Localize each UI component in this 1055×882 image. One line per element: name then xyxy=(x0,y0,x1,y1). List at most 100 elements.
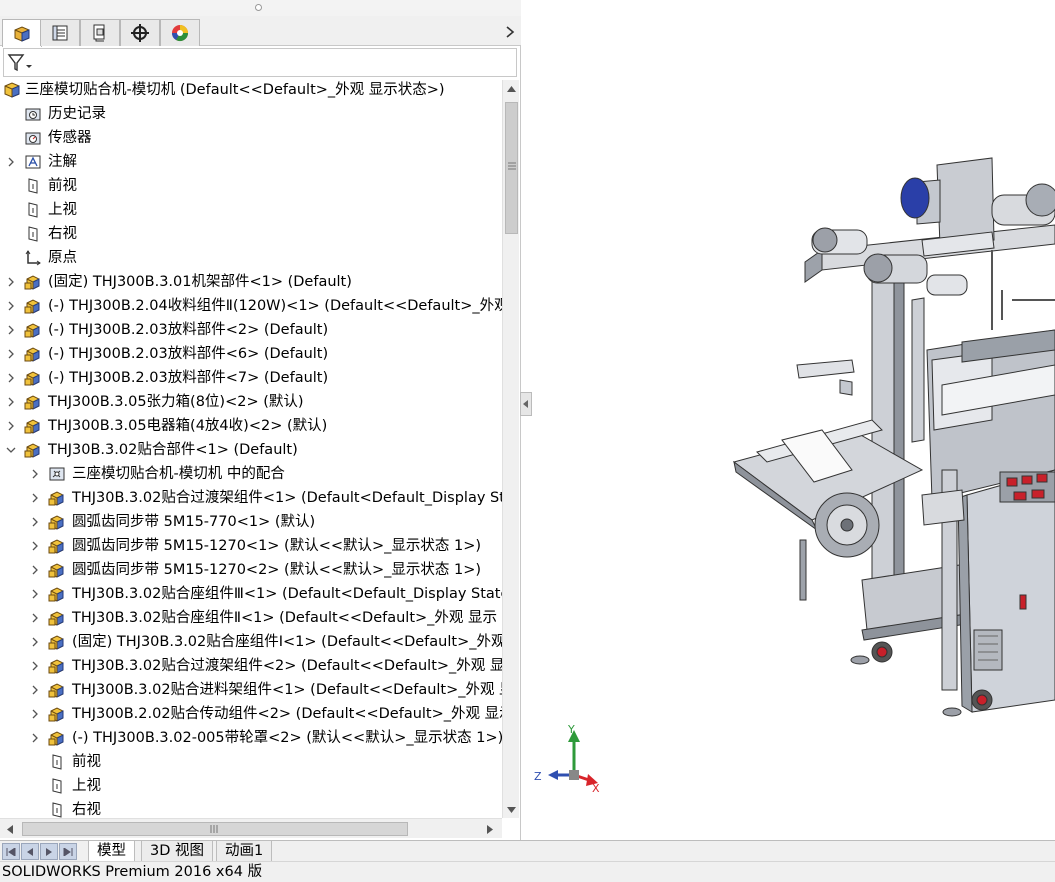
tree-item[interactable]: 历史记录 xyxy=(0,102,502,126)
vertical-scrollbar[interactable] xyxy=(502,80,519,818)
tree-item-label: 传感器 xyxy=(48,130,92,146)
chevron-right-icon[interactable] xyxy=(502,22,518,42)
tree-item[interactable]: THJ30B.3.02贴合座组件Ⅲ<1> (Default<Default_Di… xyxy=(0,582,502,606)
tree-item[interactable]: 注解 xyxy=(0,150,502,174)
tree-item[interactable]: (-) THJ300B.2.04收料组件Ⅱ(120W)<1> (Default<… xyxy=(0,294,502,318)
tree-item[interactable]: 三座模切贴合机-模切机 (Default<<Default>_外观 显示状态>) xyxy=(0,78,502,102)
expand-right-icon[interactable] xyxy=(6,324,16,336)
tree-item[interactable]: (-) THJ300B.3.02-005带轮罩<2> (默认<<默认>_显示状态… xyxy=(0,726,502,750)
expand-right-icon[interactable] xyxy=(30,684,40,696)
tree-item[interactable]: 右视 xyxy=(0,222,502,246)
scroll-down-icon[interactable] xyxy=(503,801,520,818)
expand-right-icon[interactable] xyxy=(30,636,40,648)
tree-item-label: THJ30B.3.02贴合过渡架组件<1> (Default<Default_D… xyxy=(72,490,502,506)
expand-right-icon[interactable] xyxy=(6,276,16,288)
featuremanager-tab[interactable] xyxy=(2,19,42,47)
prev-tab-button[interactable] xyxy=(21,843,39,860)
tree-item[interactable]: THJ30B.3.02贴合过渡架组件<2> (Default<<Default>… xyxy=(0,654,502,678)
subassembly-icon xyxy=(24,443,40,458)
expand-right-icon[interactable] xyxy=(30,732,40,744)
machine-model-render[interactable]: Y X Z xyxy=(522,0,1055,840)
horizontal-scroll-thumb[interactable] xyxy=(22,822,408,836)
tree-item[interactable]: 右视 xyxy=(0,798,502,818)
tree-item[interactable]: 上视 xyxy=(0,198,502,222)
propertymanager-tab[interactable] xyxy=(40,19,80,46)
expand-right-icon[interactable] xyxy=(30,564,40,576)
configurationmanager-tab[interactable] xyxy=(80,19,120,46)
expand-down-icon[interactable] xyxy=(6,444,16,456)
tree-item[interactable]: THJ300B.3.05电器箱(4放4收)<2> (默认) xyxy=(0,414,502,438)
subassembly-icon xyxy=(48,491,64,506)
axis-x-label: X xyxy=(592,782,600,795)
horizontal-scrollbar[interactable] xyxy=(0,818,502,838)
tree-item[interactable]: 圆弧齿同步带 5M15-1270<2> (默认<<默认>_显示状态 1>) xyxy=(0,558,502,582)
subassembly-icon xyxy=(24,395,40,410)
tab-animation1[interactable]: 动画1 xyxy=(216,841,273,862)
tree-item[interactable]: (固定) THJ30B.3.02贴合座组件Ⅰ<1> (Default<<Defa… xyxy=(0,630,502,654)
tree-item[interactable]: 原点 xyxy=(0,246,502,270)
expand-right-icon[interactable] xyxy=(30,516,40,528)
next-icon xyxy=(46,847,52,856)
subassembly-icon xyxy=(48,563,64,578)
expand-right-icon[interactable] xyxy=(6,396,16,408)
dimxpert-tab[interactable] xyxy=(120,19,160,46)
subassembly-icon xyxy=(48,611,64,626)
scroll-left-icon[interactable] xyxy=(2,821,18,837)
tree-item[interactable]: 前视 xyxy=(0,750,502,774)
vertical-scroll-thumb[interactable] xyxy=(505,102,518,234)
pane-collapse-handle[interactable] xyxy=(520,392,532,416)
tab-model[interactable]: 模型 xyxy=(88,841,135,862)
tree-item-label: 原点 xyxy=(48,250,77,266)
plane-icon xyxy=(28,226,38,242)
tree-item-label: 上视 xyxy=(72,778,101,794)
tree-item-label: 右视 xyxy=(48,226,77,242)
tree-item[interactable]: 三座模切贴合机-模切机 中的配合 xyxy=(0,462,502,486)
first-tab-button[interactable] xyxy=(2,843,20,860)
tree-item[interactable]: (-) THJ300B.2.03放料部件<7> (Default) xyxy=(0,366,502,390)
expand-right-icon[interactable] xyxy=(30,660,40,672)
chevron-left-icon xyxy=(523,400,528,408)
scroll-up-icon[interactable] xyxy=(503,80,520,97)
tree-item[interactable]: 前视 xyxy=(0,174,502,198)
tree-item[interactable]: 上视 xyxy=(0,774,502,798)
first-icon xyxy=(6,847,16,856)
tree-item[interactable]: THJ30B.3.02贴合座组件Ⅱ<1> (Default<<Default>_… xyxy=(0,606,502,630)
tree-item[interactable]: THJ300B.3.02贴合进料架组件<1> (Default<<Default… xyxy=(0,678,502,702)
expand-right-icon[interactable] xyxy=(30,612,40,624)
expand-right-icon[interactable] xyxy=(6,348,16,360)
filter-icon[interactable] xyxy=(7,53,33,73)
expand-right-icon[interactable] xyxy=(30,468,40,480)
next-tab-button[interactable] xyxy=(40,843,58,860)
graphics-viewport[interactable]: Y X Z xyxy=(522,0,1055,840)
tree-item[interactable]: (-) THJ300B.2.03放料部件<2> (Default) xyxy=(0,318,502,342)
expand-right-icon[interactable] xyxy=(30,588,40,600)
panel-grip[interactable] xyxy=(0,0,521,16)
tree-item-label: 三座模切贴合机-模切机 (Default<<Default>_外观 显示状态>) xyxy=(25,82,445,98)
expand-right-icon[interactable] xyxy=(30,708,40,720)
expand-right-icon[interactable] xyxy=(6,420,16,432)
scroll-right-icon[interactable] xyxy=(482,821,498,837)
tree-item-label: 前视 xyxy=(48,178,77,194)
expand-right-icon[interactable] xyxy=(6,156,16,168)
displaymanager-tab[interactable] xyxy=(160,19,200,46)
tree-item[interactable]: 圆弧齿同步带 5M15-770<1> (默认) xyxy=(0,510,502,534)
last-tab-button[interactable] xyxy=(59,843,77,860)
expand-right-icon[interactable] xyxy=(30,492,40,504)
bottom-tab-bar: 模型 3D 视图 动画1 xyxy=(0,840,1055,862)
tree-item[interactable]: THJ30B.3.02贴合过渡架组件<1> (Default<Default_D… xyxy=(0,486,502,510)
tree-filter[interactable] xyxy=(3,48,517,77)
expand-right-icon[interactable] xyxy=(6,300,16,312)
tree-item[interactable]: THJ300B.3.05张力箱(8位)<2> (默认) xyxy=(0,390,502,414)
expand-right-icon[interactable] xyxy=(6,372,16,384)
expand-right-icon[interactable] xyxy=(30,540,40,552)
sensor-folder-icon xyxy=(25,132,41,145)
tree-item[interactable]: THJ30B.3.02贴合部件<1> (Default) xyxy=(0,438,502,462)
tree-item[interactable]: 传感器 xyxy=(0,126,502,150)
tree-item[interactable]: (固定) THJ300B.3.01机架部件<1> (Default) xyxy=(0,270,502,294)
dimxpert-icon xyxy=(131,24,149,42)
tree-item[interactable]: 圆弧齿同步带 5M15-1270<1> (默认<<默认>_显示状态 1>) xyxy=(0,534,502,558)
tab-3d-view[interactable]: 3D 视图 xyxy=(141,841,213,862)
tree-item-label: (-) THJ300B.2.03放料部件<7> (Default) xyxy=(48,370,329,386)
tree-item[interactable]: (-) THJ300B.2.03放料部件<6> (Default) xyxy=(0,342,502,366)
tree-item[interactable]: THJ300B.2.02贴合传动组件<2> (Default<<Default>… xyxy=(0,702,502,726)
